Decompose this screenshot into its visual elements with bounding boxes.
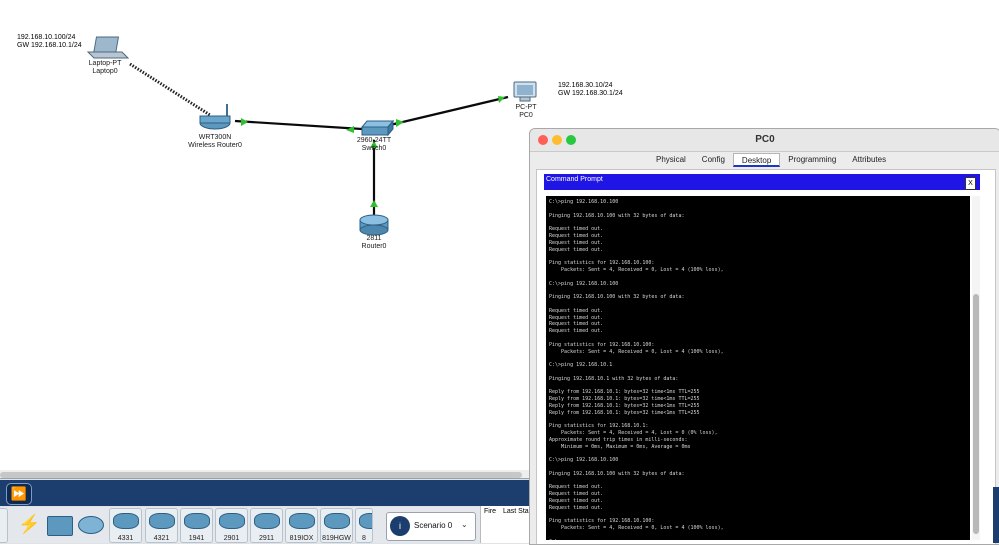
- laptop-ip-note: 192.168.10.100/24 GW 192.168.10.1/24: [17, 34, 82, 50]
- wireless-router-label: WRT300N Wireless Router0: [180, 134, 250, 150]
- device-4321[interactable]: 4321: [145, 508, 178, 543]
- pc-ip-text: 192.168.30.10/24: [558, 82, 613, 89]
- pc-icon[interactable]: [513, 81, 537, 102]
- router-icon: [219, 513, 245, 529]
- window-titlebar[interactable]: PC0: [530, 129, 999, 152]
- switch-name: Switch0: [361, 145, 387, 152]
- wireless-link: [129, 62, 211, 117]
- close-command-prompt-button[interactable]: X: [965, 177, 976, 190]
- device-1941[interactable]: 1941: [180, 508, 213, 543]
- laptop-ip-text: 192.168.10.100/24: [17, 34, 76, 41]
- link-switch-pc[interactable]: [389, 95, 509, 127]
- chevron-down-icon: ⌄: [461, 520, 468, 529]
- console-output: C:\>ping 192.168.10.100 Pinging 192.168.…: [549, 199, 724, 540]
- pdu-list-panel: Fire Last Sta: [480, 506, 531, 543]
- info-icon: i: [390, 516, 410, 536]
- port-up-icon: [241, 118, 248, 126]
- laptop-label: Laptop-PT Laptop0: [80, 60, 130, 76]
- device-label: 8: [362, 535, 366, 542]
- router-label: 2811 Router0: [354, 235, 394, 251]
- command-prompt-console[interactable]: C:\>ping 192.168.10.100 Pinging 192.168.…: [546, 196, 970, 540]
- device-category-partial[interactable]: [0, 508, 8, 543]
- pc0-window[interactable]: PC0 Physical Config Desktop Programming …: [529, 128, 999, 545]
- tab-desktop[interactable]: Desktop: [732, 153, 781, 167]
- scenario-select[interactable]: i Scenario 0 ⌄: [386, 512, 476, 541]
- tab-programming[interactable]: Programming: [780, 153, 844, 167]
- switch-model: 2960-24TT: [356, 137, 392, 144]
- router-icon: [289, 513, 315, 529]
- device-label: 819IOX: [289, 535, 314, 542]
- router-icon[interactable]: [359, 214, 389, 236]
- command-prompt-title: Command Prompt: [546, 176, 603, 183]
- cloud-icon[interactable]: [78, 516, 104, 534]
- device-819hgw[interactable]: 819HGW: [320, 508, 353, 543]
- router-icon: [149, 513, 175, 529]
- folder-icon[interactable]: [47, 516, 73, 536]
- device-label: 4331: [117, 535, 134, 542]
- laptop-name: Laptop0: [92, 68, 118, 75]
- device-label: 2901: [223, 535, 240, 542]
- router-icon: [359, 513, 372, 529]
- tab-attributes[interactable]: Attributes: [844, 153, 894, 167]
- port-up-icon: [370, 200, 378, 207]
- device-label: 819HGW: [322, 535, 351, 542]
- device-tabs: Physical Config Desktop Programming Attr…: [648, 153, 894, 167]
- device-label: 4321: [153, 535, 170, 542]
- pc-gw-text: GW 192.168.30.1/24: [558, 90, 623, 97]
- lightning-icon[interactable]: ⚡: [18, 514, 40, 535]
- port-up-icon: [498, 96, 505, 103]
- tab-config[interactable]: Config: [694, 153, 733, 167]
- tab-physical[interactable]: Physical: [648, 153, 694, 167]
- router-icon: [254, 513, 280, 529]
- fire-column-header: Fire: [484, 508, 497, 515]
- realtime-strip: [0, 480, 530, 506]
- device-partial[interactable]: 8: [355, 508, 373, 543]
- scenario-label: Scenario 0: [414, 521, 453, 530]
- laptop-gw-text: GW 192.168.10.1/24: [17, 42, 82, 49]
- wireless-router-icon[interactable]: [199, 104, 231, 130]
- wireless-router-model: WRT300N: [198, 134, 232, 141]
- wireless-router-name: Wireless Router0: [188, 142, 242, 149]
- link-wrt-switch[interactable]: [234, 119, 363, 131]
- switch-label: 2960-24TT Switch0: [348, 137, 400, 153]
- device-label: 1941: [188, 535, 205, 542]
- router-name: Router0: [361, 243, 387, 250]
- pc-model: PC-PT: [515, 104, 537, 111]
- router-icon: [184, 513, 210, 529]
- pc-ip-note: 192.168.30.10/24 GW 192.168.30.1/24: [558, 82, 623, 98]
- router-icon: [324, 513, 350, 529]
- device-4331[interactable]: 4331: [109, 508, 142, 543]
- laptop-model: Laptop-PT: [88, 60, 122, 67]
- console-scroll-thumb[interactable]: [973, 294, 979, 534]
- pc-name: PC0: [519, 112, 533, 119]
- router-model: 2811: [366, 235, 382, 242]
- command-prompt-titlebar: Command Prompt X: [544, 174, 980, 190]
- device-819iox[interactable]: 819IOX: [285, 508, 318, 543]
- window-edge-strip: [993, 487, 999, 543]
- device-label: 2911: [258, 535, 275, 542]
- laptop-icon[interactable]: [86, 36, 130, 59]
- device-2901[interactable]: 2901: [215, 508, 248, 543]
- fast-forward-button[interactable]: ⏩: [6, 483, 32, 505]
- device-2911[interactable]: 2911: [250, 508, 283, 543]
- router-icon: [113, 513, 139, 529]
- switch-icon[interactable]: [360, 119, 395, 137]
- window-title: PC0: [755, 134, 775, 145]
- last-status-column-header: Last Sta: [503, 508, 529, 515]
- pc-label: PC-PT PC0: [508, 104, 544, 120]
